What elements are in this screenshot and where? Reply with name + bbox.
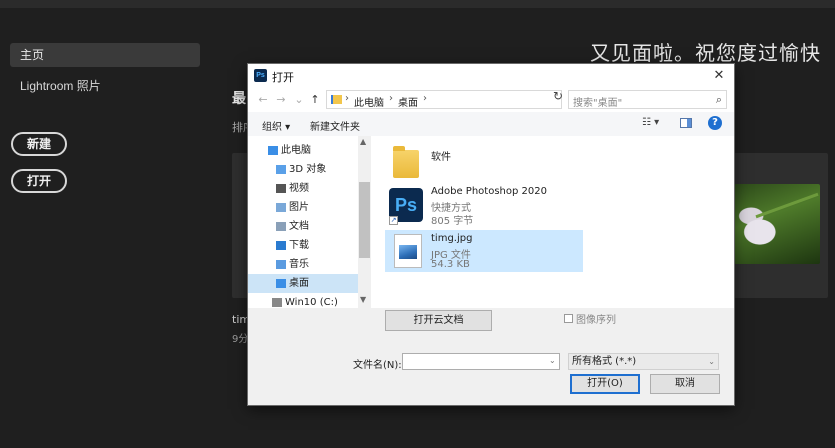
tree-item[interactable]: 此电脑 — [248, 141, 358, 160]
welcome-heading: 又见面啦。祝您度过愉快 — [590, 41, 821, 65]
up-arrow-icon[interactable]: ↑ — [308, 92, 322, 108]
open-confirm-button[interactable]: 打开(O) — [570, 374, 640, 394]
tree-item[interactable]: 桌面 — [248, 274, 358, 293]
recent-locations-icon[interactable]: ⌄ — [292, 92, 306, 108]
tree-item-label: 视频 — [289, 183, 309, 194]
tree-item-label: 音乐 — [289, 259, 309, 270]
folder-icon — [331, 95, 342, 104]
tree-item-label: 此电脑 — [281, 145, 311, 156]
drive-icon — [272, 298, 282, 307]
image-file-icon — [394, 234, 422, 268]
tree-item-label: 3D 对象 — [289, 164, 327, 175]
document-icon — [276, 222, 286, 231]
video-icon — [276, 184, 286, 193]
new-folder-button[interactable]: 新建文件夹 — [310, 118, 360, 133]
computer-icon — [268, 146, 278, 155]
tree-item-label: 桌面 — [289, 278, 309, 289]
search-input[interactable]: 搜索"桌面" ⌕ — [568, 90, 727, 109]
tree-item[interactable]: 下载 — [248, 236, 358, 255]
tree-item[interactable]: 音乐 — [248, 255, 358, 274]
tree-item-label: 下载 — [289, 240, 309, 251]
scrollbar-thumb[interactable] — [359, 182, 370, 258]
tree-item-label: 文档 — [289, 221, 309, 232]
search-placeholder: 搜索"桌面" — [573, 98, 623, 109]
file-type-value: 所有格式 (*.*) — [572, 356, 637, 367]
file-list: 软件 Ps ↗ Adobe Photoshop 2020 快捷方式 805 字节… — [371, 136, 734, 308]
music-icon — [276, 260, 286, 269]
breadcrumb-desktop[interactable]: 桌面 — [398, 94, 418, 109]
dialog-title: 打开 — [272, 71, 294, 84]
download-icon — [276, 241, 286, 250]
tree-scrollbar[interactable]: ▲ ▼ — [358, 136, 371, 308]
nav-lightroom-photos[interactable]: Lightroom 照片 — [20, 77, 101, 94]
list-item[interactable]: 软件 — [391, 146, 491, 182]
back-arrow-icon[interactable]: ← — [256, 92, 270, 108]
search-icon[interactable]: ⌕ — [716, 93, 722, 107]
pictures-icon — [276, 203, 286, 212]
photoshop-icon: Ps — [254, 69, 267, 82]
filename-input[interactable] — [402, 353, 560, 370]
tree-item[interactable]: 视频 — [248, 179, 358, 198]
close-icon[interactable]: ✕ — [710, 67, 728, 85]
image-sequence-checkbox[interactable] — [564, 314, 573, 323]
open-button[interactable]: 打开 — [11, 169, 67, 193]
filename-label: 文件名(N): — [353, 360, 402, 371]
chevron-down-icon[interactable]: ⌄ — [708, 354, 715, 369]
tree-item[interactable]: 文档 — [248, 217, 358, 236]
chevron-right-icon[interactable]: › — [423, 93, 427, 104]
recent-title: 最 — [232, 91, 246, 107]
path-box[interactable]: › 此电脑 › 桌面 › ⌄ — [326, 90, 623, 109]
tree-item[interactable]: Win10 (C:) — [248, 293, 358, 308]
help-icon[interactable]: ? — [708, 116, 722, 130]
desktop-icon — [276, 279, 286, 288]
scroll-down-icon[interactable]: ▼ — [360, 295, 366, 304]
image-sequence-label: 图像序列 — [576, 315, 616, 326]
tree-item-label: 图片 — [289, 202, 309, 213]
recent-file-time: 9分 — [232, 334, 249, 345]
recent-file-thumbnail[interactable] — [734, 184, 820, 264]
cube-icon — [276, 165, 286, 174]
file-name: timg.jpg — [431, 233, 473, 244]
chevron-right-icon[interactable]: › — [345, 93, 349, 104]
folder-icon — [393, 146, 419, 178]
tree-item[interactable]: 3D 对象 — [248, 160, 358, 179]
cancel-button[interactable]: 取消 — [650, 374, 720, 394]
dialog-toolbar: 组织 ▾ 新建文件夹 ☷ ▾ ? — [248, 112, 734, 136]
shortcut-arrow-icon: ↗ — [389, 216, 398, 225]
nav-home[interactable]: 主页 — [10, 43, 200, 67]
file-size: 54.3 KB — [431, 259, 470, 270]
list-item-selected[interactable]: timg.jpg JPG 文件 54.3 KB — [385, 230, 583, 272]
refresh-icon[interactable]: ↻ — [553, 89, 563, 103]
address-bar: ← → ⌄ ↑ › 此电脑 › 桌面 › ⌄ ↻ 搜索"桌面" ⌕ — [248, 88, 734, 112]
view-options-icon[interactable]: ☷ ▾ — [642, 117, 664, 131]
list-item[interactable]: Ps ↗ Adobe Photoshop 2020 快捷方式 805 字节 — [387, 184, 587, 227]
navigation-tree: 此电脑 3D 对象视频图片文档下载音乐桌面 Win10 (C:) — [248, 136, 358, 308]
tree-item-label: Win10 (C:) — [285, 297, 338, 308]
file-name: 软件 — [431, 152, 451, 163]
scroll-up-icon[interactable]: ▲ — [360, 137, 366, 146]
preview-pane-icon[interactable] — [680, 118, 692, 128]
breadcrumb-this-pc[interactable]: 此电脑 — [354, 94, 384, 109]
dialog-title-bar[interactable]: Ps 打开 ✕ — [248, 64, 734, 88]
file-name: Adobe Photoshop 2020 — [431, 186, 547, 197]
tree-item[interactable]: 图片 — [248, 198, 358, 217]
open-dialog: Ps 打开 ✕ ← → ⌄ ↑ › 此电脑 › 桌面 › ⌄ ↻ 搜索"桌面" … — [248, 64, 734, 405]
file-size: 805 字节 — [431, 216, 474, 227]
open-cloud-documents-button[interactable]: 打开云文档 — [385, 310, 492, 331]
app-top-bar — [0, 0, 835, 8]
new-button[interactable]: 新建 — [11, 132, 67, 156]
file-type-select[interactable]: 所有格式 (*.*) ⌄ — [568, 353, 719, 370]
organize-menu[interactable]: 组织 ▾ — [262, 118, 290, 133]
forward-arrow-icon[interactable]: → — [274, 92, 288, 108]
chevron-right-icon[interactable]: › — [389, 93, 393, 104]
